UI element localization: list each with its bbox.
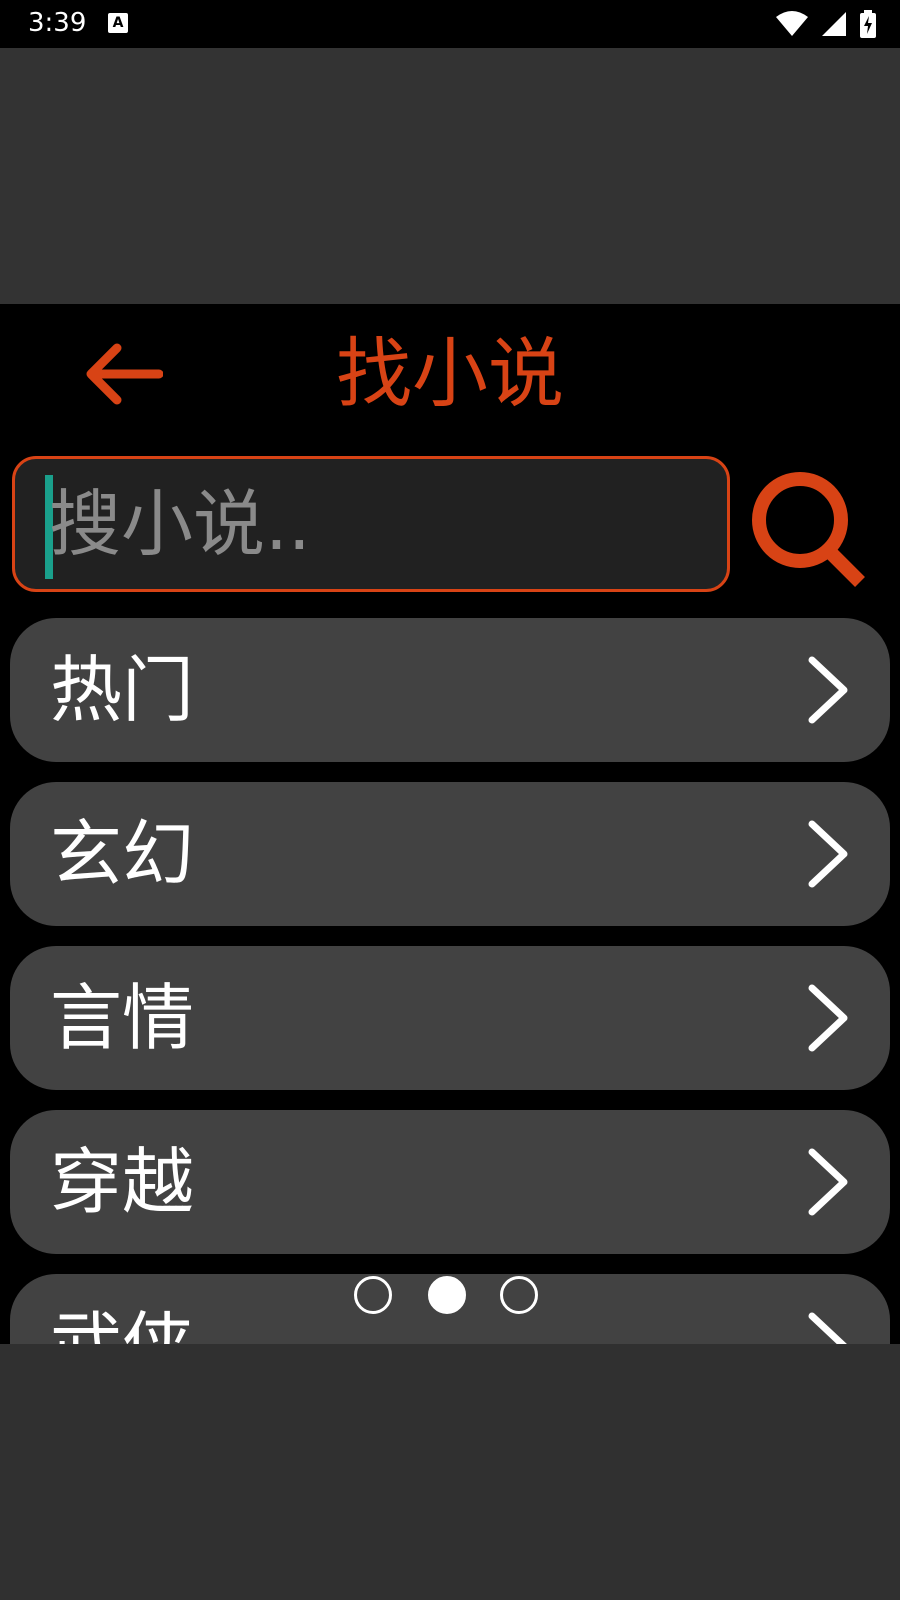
category-label: 玄幻 (50, 812, 195, 896)
search-field[interactable] (12, 456, 730, 592)
category-label: 武侠 (50, 1274, 194, 1344)
bottom-background (0, 1344, 900, 1600)
search-icon (752, 472, 865, 587)
search-input[interactable] (49, 459, 709, 589)
chevron-right-icon (808, 1148, 848, 1216)
page-dot[interactable] (500, 1276, 538, 1314)
chevron-right-icon (808, 1312, 847, 1344)
category-list: 热门 玄幻 言情 穿越 武侠 (10, 618, 890, 1344)
status-icons (776, 10, 876, 38)
category-item-romance[interactable]: 言情 (10, 946, 890, 1090)
category-label: 热门 (50, 648, 195, 732)
status-time: 3:39 (28, 8, 87, 38)
chevron-right-icon (808, 656, 848, 724)
category-label: 言情 (50, 976, 195, 1060)
battery-charging-icon (860, 10, 876, 38)
category-item-time-travel[interactable]: 穿越 (10, 1110, 890, 1254)
chevron-right-icon (808, 984, 848, 1052)
notification-icon: A (108, 13, 128, 33)
status-bar: 3:39 A (0, 0, 900, 48)
search-button[interactable] (748, 468, 868, 592)
page-indicator (354, 1274, 546, 1320)
wifi-icon (776, 11, 808, 36)
signal-icon (822, 12, 846, 36)
chevron-right-icon (808, 820, 848, 888)
page-title: 找小说 (336, 329, 564, 418)
page-dot[interactable] (354, 1276, 392, 1314)
back-button[interactable] (78, 334, 168, 414)
category-item-hot[interactable]: 热门 (10, 618, 890, 762)
arrow-left-icon (86, 343, 163, 405)
category-item-fantasy[interactable]: 玄幻 (10, 782, 890, 926)
top-background (0, 48, 900, 304)
page-dot-active[interactable] (428, 1276, 466, 1314)
app-screen: 找小说 热门 玄幻 言情 穿越 (0, 304, 900, 1344)
category-label: 穿越 (50, 1140, 195, 1224)
